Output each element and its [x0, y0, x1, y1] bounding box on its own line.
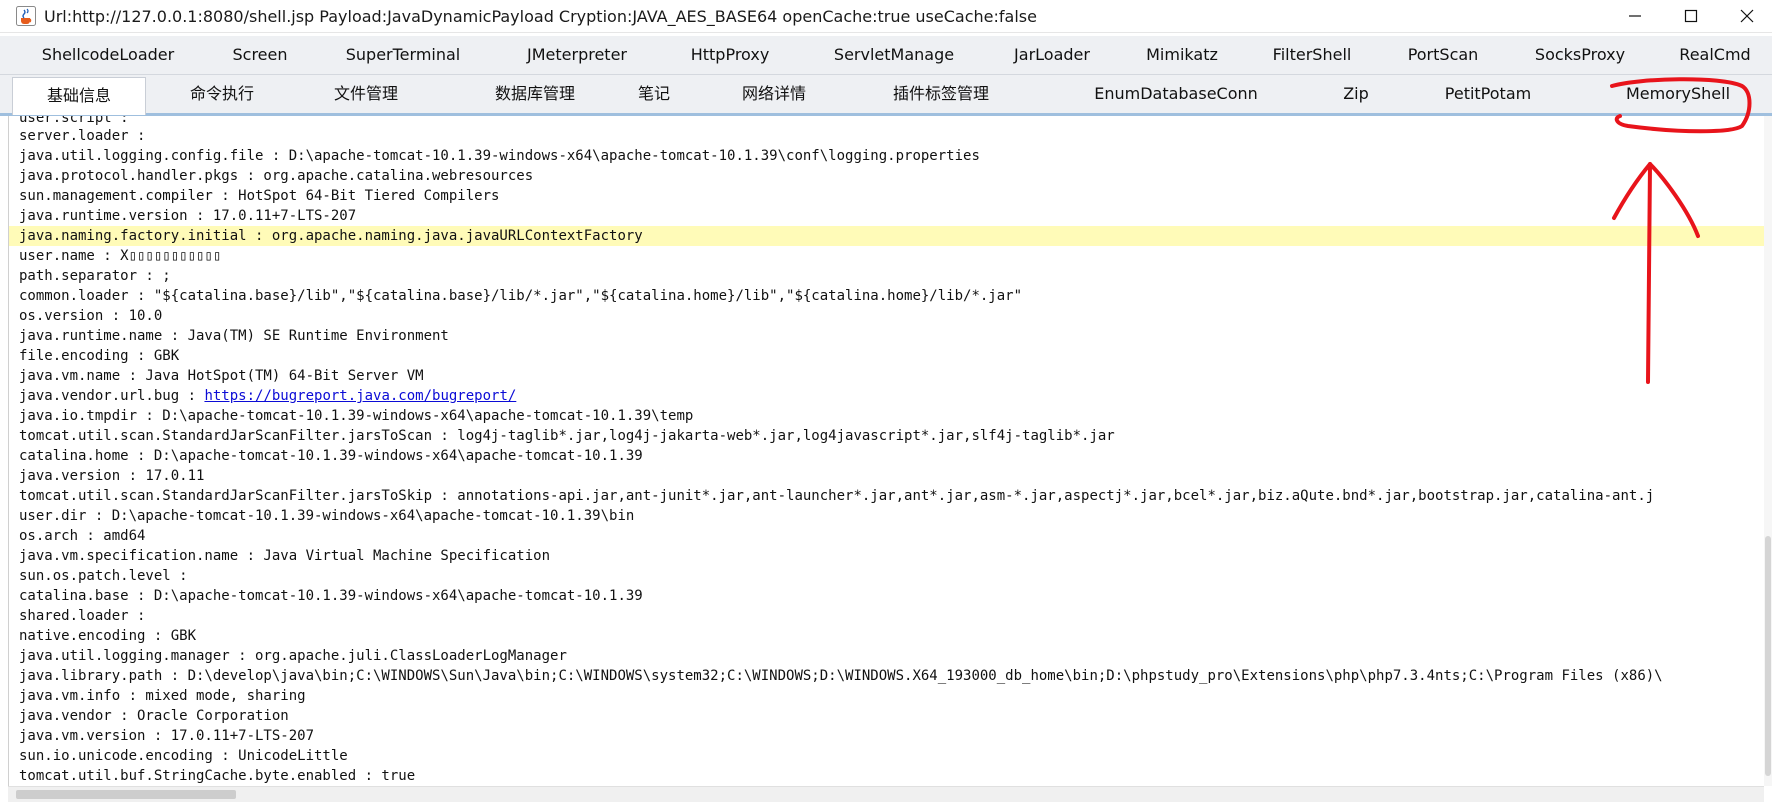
basic-info-textarea[interactable]: user.script : server.loader : java.util.… — [8, 116, 1765, 786]
tab-plugin-tag-manager[interactable]: 插件标签管理 — [876, 75, 1006, 113]
info-line: sun.os.patch.level : — [19, 568, 188, 584]
info-line: java.runtime.version : 17.0.11+7-LTS-207 — [19, 208, 357, 224]
window-titlebar: Url:http://127.0.0.1:8080/shell.jsp Payl… — [0, 0, 1772, 33]
maximize-button[interactable] — [1666, 0, 1716, 32]
tab-petitpotam[interactable]: PetitPotam — [1436, 75, 1540, 113]
info-line: catalina.home : D:\apache-tomcat-10.1.39… — [19, 448, 643, 464]
tab-realcmd[interactable]: RealCmd — [1670, 36, 1760, 74]
tab-filtershell[interactable]: FilterShell — [1264, 36, 1360, 74]
close-button[interactable] — [1722, 0, 1772, 32]
info-line: path.separator : ; — [19, 268, 171, 284]
java-coffee-cup-icon — [16, 6, 36, 26]
info-line: java.protocol.handler.pkgs : org.apache.… — [19, 168, 534, 184]
tab-servletmanage[interactable]: ServletManage — [826, 36, 962, 74]
tab-network-details[interactable]: 网络详情 — [724, 75, 824, 113]
info-line: java.vendor : Oracle Corporation — [19, 708, 289, 724]
function-tab-row: 基础信息 命令执行 文件管理 数据库管理 笔记 网络详情 插件标签管理 Enum… — [0, 75, 1772, 116]
horizontal-scrollbar[interactable] — [8, 786, 1764, 802]
tab-memoryshell[interactable]: MemoryShell — [1618, 75, 1738, 113]
tab-portscan[interactable]: PortScan — [1398, 36, 1488, 74]
info-line: java.util.logging.config.file : D:\apach… — [19, 148, 980, 164]
tab-shellcodeloader[interactable]: ShellcodeLoader — [30, 36, 186, 74]
highlighted-info-line: java.naming.factory.initial : org.apache… — [9, 226, 1765, 246]
info-line: os.version : 10.0 — [19, 308, 163, 324]
info-line: java.vm.version : 17.0.11+7-LTS-207 — [19, 728, 315, 744]
info-line: java.vm.info : mixed mode, sharing — [19, 688, 306, 704]
info-line-bug-url: java.vendor.url.bug : https://bugreport.… — [9, 386, 1765, 406]
info-line: server.loader : — [19, 128, 146, 144]
info-line: shared.loader : — [19, 608, 146, 624]
info-line: sun.io.unicode.encoding : UnicodeLittle — [19, 748, 348, 764]
info-line: tomcat.util.scan.StandardJarScanFilter.j… — [19, 488, 1655, 504]
tab-superterminal[interactable]: SuperTerminal — [340, 36, 466, 74]
tab-notes[interactable]: 笔记 — [628, 75, 680, 113]
info-line: tomcat.util.scan.StandardJarScanFilter.j… — [19, 428, 1115, 444]
info-line: java.io.tmpdir : D:\apache-tomcat-10.1.3… — [19, 408, 694, 424]
tab-enumdatabaseconn[interactable]: EnumDatabaseConn — [1090, 75, 1262, 113]
tab-screen[interactable]: Screen — [220, 36, 300, 74]
info-line: catalina.base : D:\apache-tomcat-10.1.39… — [19, 588, 643, 604]
bug-report-link[interactable]: https://bugreport.java.com/bugreport/ — [204, 388, 516, 404]
info-line: java.version : 17.0.11 — [19, 468, 205, 484]
info-line: sun.management.compiler : HotSpot 64-Bit… — [19, 188, 500, 204]
info-line: java.library.path : D:\develop\java\bin;… — [19, 668, 1663, 684]
maximize-icon — [1684, 9, 1698, 23]
info-line: common.loader : "${catalina.base}/lib","… — [19, 288, 1023, 304]
plugin-tab-row: ShellcodeLoader Screen SuperTerminal JMe… — [0, 36, 1772, 75]
info-line: file.encoding : GBK — [19, 348, 180, 364]
info-label: java.vendor.url.bug : — [19, 388, 205, 404]
tab-basic-info[interactable]: 基础信息 — [12, 77, 146, 115]
minimize-button[interactable] — [1610, 0, 1660, 32]
window-title: Url:http://127.0.0.1:8080/shell.jsp Payl… — [44, 7, 1037, 26]
info-line: java.vm.name : Java HotSpot(TM) 64-Bit S… — [19, 368, 424, 384]
vertical-scrollbar[interactable] — [1764, 116, 1772, 786]
info-line: os.arch : amd64 — [19, 528, 146, 544]
horizontal-scroll-thumb[interactable] — [16, 790, 236, 799]
tab-mimikatz[interactable]: Mimikatz — [1136, 36, 1228, 74]
info-line: user.dir : D:\apache-tomcat-10.1.39-wind… — [19, 508, 635, 524]
tab-file-manager[interactable]: 文件管理 — [316, 75, 416, 113]
info-line: user.name : X▯▯▯▯▯▯▯▯▯▯▯ — [19, 248, 222, 264]
info-line: tomcat.util.buf.StringCache.byte.enabled… — [19, 768, 416, 784]
system-properties-list: user.script : server.loader : java.util.… — [9, 116, 1765, 786]
tab-command-exec[interactable]: 命令执行 — [172, 75, 272, 113]
tab-jarloader[interactable]: JarLoader — [1004, 36, 1100, 74]
close-icon — [1740, 9, 1754, 23]
tab-zip[interactable]: Zip — [1336, 75, 1376, 113]
tab-jmeterpreter[interactable]: JMeterpreter — [512, 36, 642, 74]
info-line: java.vm.specification.name : Java Virtua… — [19, 548, 551, 564]
minimize-icon — [1629, 15, 1641, 17]
tab-httpproxy[interactable]: HttpProxy — [680, 36, 780, 74]
tab-socksproxy[interactable]: SocksProxy — [1528, 36, 1632, 74]
info-line: native.encoding : GBK — [19, 628, 197, 644]
info-line: java.util.logging.manager : org.apache.j… — [19, 648, 567, 664]
vertical-scroll-thumb[interactable] — [1765, 536, 1771, 776]
tab-database-manager[interactable]: 数据库管理 — [470, 75, 600, 113]
info-line: java.runtime.name : Java(TM) SE Runtime … — [19, 328, 449, 344]
clipped-line: user.script : — [19, 116, 129, 126]
